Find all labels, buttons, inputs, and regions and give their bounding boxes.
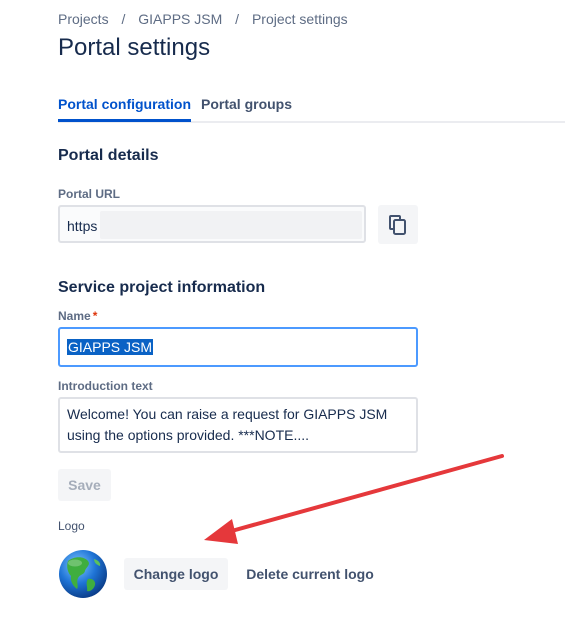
service-info-heading: Service project information [58,279,266,296]
name-input-value: GIAPPS JSM [67,339,154,355]
copy-icon [389,214,406,235]
intro-text-label: Introduction text [58,379,153,393]
save-button[interactable]: Save [58,469,111,501]
name-input[interactable]: GIAPPS JSM [58,327,418,367]
breadcrumb-separator: / [235,11,240,27]
breadcrumb-project[interactable]: GIAPPS JSM [138,11,222,27]
intro-text-field[interactable]: Welcome! You can raise a request for GIA… [58,397,418,453]
delete-logo-button[interactable]: Delete current logo [240,558,380,590]
logo-label: Logo [58,519,85,533]
page-title: Portal settings [58,34,211,61]
portal-url-field[interactable]: https [58,205,366,243]
tab-bar: Portal configuration Portal groups [58,96,565,123]
breadcrumb: Projects / GIAPPS JSM / Project settings [58,11,348,27]
breadcrumb-projects[interactable]: Projects [58,11,109,27]
name-label: Name * [58,309,97,323]
copy-url-button[interactable] [378,205,418,244]
redacted-url-area [100,211,362,239]
name-label-text: Name [58,309,91,323]
tab-portal-configuration[interactable]: Portal configuration [58,96,191,122]
tab-portal-groups[interactable]: Portal groups [201,96,292,119]
portal-details-heading: Portal details [58,147,159,164]
portal-url-value: https [67,218,98,234]
required-marker: * [92,309,98,323]
breadcrumb-separator: / [121,11,126,27]
globe-icon [59,550,107,598]
portal-url-label: Portal URL [58,187,121,201]
change-logo-button[interactable]: Change logo [124,558,228,590]
breadcrumb-project-settings[interactable]: Project settings [252,11,348,27]
